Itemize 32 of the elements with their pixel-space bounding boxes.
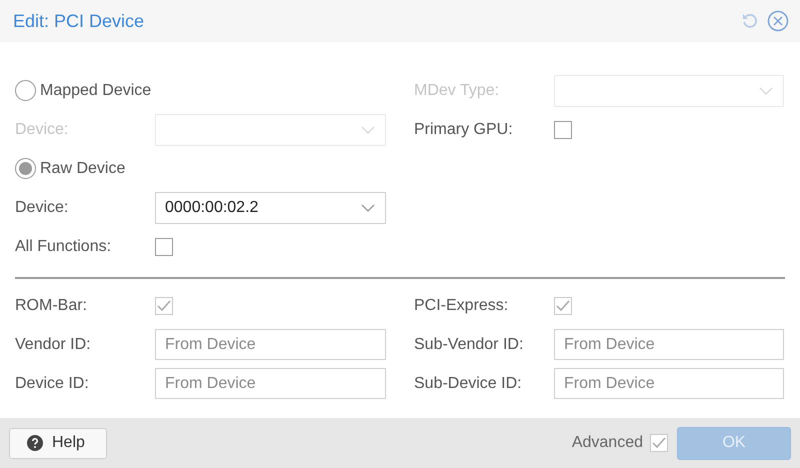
help-icon bbox=[27, 435, 43, 451]
field-label: Device ID: bbox=[15, 374, 90, 394]
help-button[interactable]: Help bbox=[9, 428, 107, 458]
field-label: Sub-Vendor ID: bbox=[414, 334, 524, 354]
reset-icon[interactable] bbox=[741, 12, 759, 30]
checkbox[interactable] bbox=[650, 434, 668, 452]
field-label: Primary GPU: bbox=[414, 120, 514, 140]
field-label: MDev Type: bbox=[414, 80, 500, 100]
field-label: All Functions: bbox=[15, 236, 112, 256]
chevron-icon bbox=[759, 86, 773, 94]
field-label: Device: bbox=[15, 120, 70, 140]
device-select[interactable]: 0000:00:02.2 bbox=[155, 192, 386, 224]
field-label: Device: bbox=[15, 198, 70, 218]
input-field[interactable]: From Device bbox=[554, 368, 784, 399]
field-label: Sub-Device ID: bbox=[414, 374, 523, 394]
advanced-label: Advanced bbox=[572, 433, 643, 453]
input-field[interactable]: From Device bbox=[554, 329, 784, 360]
field-label: ROM-Bar: bbox=[15, 296, 88, 316]
radio-button[interactable] bbox=[15, 80, 36, 101]
input-field[interactable]: From Device bbox=[155, 368, 386, 399]
radio-label: Mapped Device bbox=[40, 80, 152, 100]
close-icon[interactable] bbox=[767, 10, 789, 32]
field-label: PCI-Express: bbox=[414, 296, 510, 316]
checkbox[interactable] bbox=[554, 120, 572, 138]
field-label: Vendor ID: bbox=[15, 334, 92, 354]
radio-button[interactable] bbox=[15, 158, 36, 179]
checkbox[interactable] bbox=[155, 238, 173, 256]
chevron-icon bbox=[361, 204, 375, 212]
input-field[interactable]: From Device bbox=[155, 329, 386, 360]
chevron-icon bbox=[361, 126, 375, 134]
radio-label: Raw Device bbox=[40, 158, 126, 178]
window-title: Edit: PCI Device bbox=[13, 10, 144, 32]
